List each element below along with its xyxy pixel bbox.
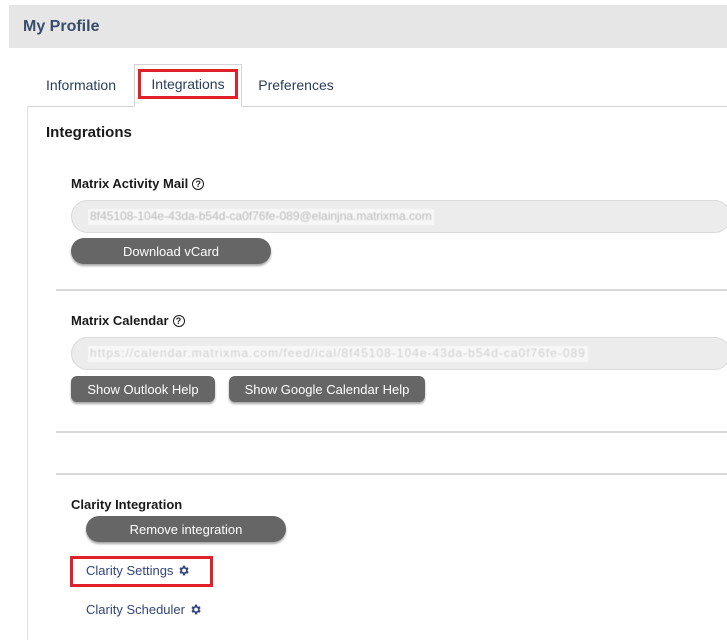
activity-mail-value: 8f45108-104e-43da-b54d-ca0f76fe-089@elai… — [88, 209, 434, 225]
section-heading: Integrations — [46, 124, 132, 141]
clarity-settings-label: Clarity Settings — [86, 563, 174, 578]
clarity-label: Clarity Integration — [71, 497, 182, 512]
activity-mail-label-text: Matrix Activity Mail — [71, 176, 189, 191]
remove-integration-button[interactable]: Remove integration — [86, 516, 286, 542]
question-circle-icon[interactable]: ? — [172, 314, 185, 327]
calendar-label: Matrix Calendar ? — [71, 313, 185, 328]
divider — [56, 289, 727, 291]
divider — [56, 431, 727, 433]
activity-mail-field[interactable]: 8f45108-104e-43da-b54d-ca0f76fe-089@elai… — [71, 200, 727, 233]
tab-integrations[interactable]: Integrations — [134, 64, 242, 107]
activity-mail-label: Matrix Activity Mail ? — [71, 176, 205, 191]
tab-integrations-label: Integrations — [151, 76, 225, 92]
page-title: My Profile — [23, 17, 100, 35]
tab-preferences[interactable]: Preferences — [248, 64, 344, 106]
divider — [56, 473, 727, 475]
question-circle-icon[interactable]: ? — [192, 177, 205, 190]
page-header: My Profile — [9, 5, 727, 48]
clarity-settings-link[interactable]: Clarity Settings — [86, 563, 190, 578]
gear-icon — [179, 565, 190, 576]
download-vcard-button[interactable]: Download vCard — [71, 238, 271, 264]
calendar-value: https://calendar.matrixma.com/feed/ical/… — [88, 346, 588, 362]
tab-information[interactable]: Information — [33, 64, 129, 106]
show-google-calendar-help-button[interactable]: Show Google Calendar Help — [229, 376, 425, 402]
calendar-field[interactable]: https://calendar.matrixma.com/feed/ical/… — [71, 337, 727, 370]
tab-highlight-box: Integrations — [138, 69, 238, 99]
clarity-label-text: Clarity Integration — [71, 497, 183, 512]
gear-icon — [191, 604, 201, 615]
clarity-scheduler-label: Clarity Scheduler — [86, 602, 185, 617]
clarity-scheduler-link[interactable]: Clarity Scheduler — [86, 602, 202, 617]
tab-bar: Information Integrations Preferences — [27, 64, 727, 107]
show-outlook-help-button[interactable]: Show Outlook Help — [71, 376, 215, 402]
calendar-label-text: Matrix Calendar — [71, 313, 169, 328]
